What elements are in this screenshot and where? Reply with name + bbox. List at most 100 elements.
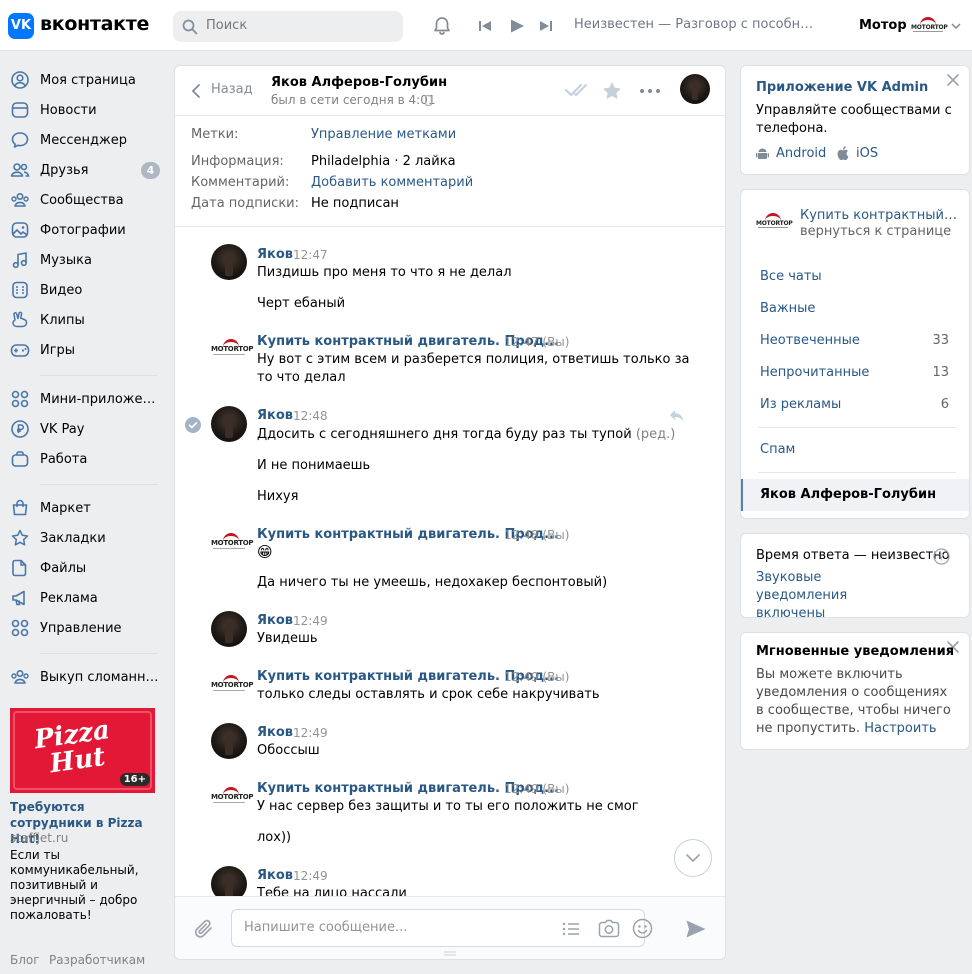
community-name-link[interactable]: Купить контрактный дви... — [800, 208, 960, 223]
sidebar-item-music[interactable]: Музыка — [10, 246, 162, 274]
attach-icon[interactable] — [193, 917, 215, 941]
peer-name[interactable]: Яков Алферов-Голубин — [271, 75, 447, 90]
search-box[interactable] — [173, 11, 403, 42]
message-time[interactable]: 12:49 — [293, 726, 328, 740]
sidebar-item-news[interactable]: Новости — [10, 96, 162, 124]
sender-avatar[interactable] — [211, 244, 247, 280]
community-avatar[interactable]: MOTORTOP — [211, 525, 253, 561]
sidebar-item-friends[interactable]: Друзья 4 — [10, 156, 162, 184]
ad-domain[interactable]: staffjet.ru — [10, 831, 68, 845]
message-time[interactable]: 12:48 — [293, 409, 328, 423]
sidebar-item-work[interactable]: Работа — [10, 445, 162, 473]
message-time[interactable]: 12:47 (Вы) — [504, 335, 569, 349]
star-icon[interactable] — [602, 81, 622, 100]
message-input[interactable] — [244, 920, 544, 935]
search-input[interactable] — [206, 18, 386, 33]
edited-mark[interactable]: (ред.) — [636, 427, 676, 442]
sidebar-item-files[interactable]: Файлы — [10, 554, 162, 582]
selected-check-icon[interactable] — [185, 417, 201, 433]
community-avatar[interactable]: MOTORTOP — [211, 331, 253, 367]
filter-all-chats[interactable]: Все чаты — [760, 269, 822, 284]
profile-name[interactable]: Мотор — [859, 18, 907, 33]
play-icon[interactable] — [509, 18, 525, 34]
message-text: Пиздишь про меня то что я не делал — [257, 265, 512, 280]
message-text: У нас сервер без защиты и то ты его поло… — [257, 799, 639, 814]
message-input-box[interactable] — [231, 909, 653, 947]
vk-logo-icon[interactable]: VK — [8, 13, 34, 39]
scroll-down-button[interactable] — [674, 839, 712, 877]
community-avatar[interactable]: MOTORTOP — [211, 667, 253, 703]
message-time[interactable]: 12:49 (Вы) — [504, 782, 569, 796]
next-track-icon[interactable] — [539, 19, 553, 33]
profile-avatar[interactable]: MOTORTOP — [911, 17, 948, 39]
community-avatar-small[interactable]: MOTORTOP — [756, 213, 793, 235]
send-icon[interactable] — [685, 919, 707, 939]
filter-important[interactable]: Важные — [760, 301, 815, 316]
message-time[interactable]: 12:48 (Вы) — [504, 528, 569, 542]
ad-image[interactable]: Pizza Hut 16+ — [10, 708, 155, 793]
message-text: Черт ебаный — [257, 296, 346, 311]
message-author[interactable]: Яков — [257, 725, 293, 740]
emoji-icon[interactable] — [632, 918, 653, 939]
sidebar-item-vk-pay[interactable]: VK Pay — [10, 415, 162, 443]
sidebar-item-manage[interactable]: Управление — [10, 614, 162, 642]
vk-admin-title[interactable]: Приложение VK Admin — [756, 80, 928, 95]
message-author[interactable]: Яков — [257, 247, 293, 262]
sidebar-item-messenger[interactable]: Мессенджер — [10, 126, 162, 154]
peer-avatar[interactable] — [680, 74, 710, 104]
message-author[interactable]: Яков — [257, 868, 293, 883]
close-icon[interactable] — [947, 74, 959, 86]
add-comment-link[interactable]: Добавить комментарий — [311, 175, 473, 190]
sender-avatar[interactable] — [211, 723, 247, 759]
return-to-page-link[interactable]: вернуться к странице — [800, 224, 951, 239]
sidebar-item-my-page[interactable]: Моя страница — [10, 66, 162, 94]
sidebar-item-ads[interactable]: Реклама — [10, 584, 162, 612]
message-time[interactable]: 12:47 — [293, 248, 328, 262]
sidebar-item-video[interactable]: Видео — [10, 276, 162, 304]
back-button[interactable]: Назад — [211, 82, 253, 97]
sidebar-item-bookmarks[interactable]: Закладки — [10, 524, 162, 552]
work-icon — [10, 449, 30, 469]
sidebar-item-games[interactable]: Игры — [10, 336, 162, 364]
filter-unread[interactable]: Непрочитанные — [760, 365, 869, 380]
community-avatar[interactable]: MOTORTOP — [211, 779, 253, 815]
footer-developers-link[interactable]: Разработчикам — [49, 953, 145, 967]
sidebar-item-market[interactable]: Маркет — [10, 494, 162, 522]
message-time[interactable]: 12:49 — [293, 869, 328, 883]
resize-handle-icon[interactable] — [443, 951, 457, 956]
message-author[interactable]: Яков — [257, 613, 293, 628]
reply-icon[interactable] — [669, 409, 685, 423]
back-arrow-icon[interactable] — [191, 83, 201, 99]
templates-list-icon[interactable] — [562, 921, 580, 937]
help-icon[interactable]: ? — [933, 548, 950, 565]
ios-link[interactable]: iOS — [856, 146, 878, 161]
more-options-icon[interactable] — [639, 88, 661, 94]
message-text: Нихуя — [257, 489, 299, 504]
sender-avatar[interactable] — [211, 611, 247, 647]
active-chat-item[interactable]: Яков Алферов-Голубин — [741, 479, 969, 511]
chevron-down-icon[interactable] — [951, 23, 961, 29]
sound-notifications-link[interactable]: Звуковые уведомления включены — [756, 569, 916, 623]
sidebar-item-mini-apps[interactable]: Мини-приложения — [10, 385, 162, 413]
manage-labels-link[interactable]: Управление метками — [311, 127, 456, 142]
vk-logo-text[interactable]: вконтакте — [40, 13, 149, 35]
message-author[interactable]: Яков — [257, 408, 293, 423]
previous-track-icon[interactable] — [478, 19, 492, 33]
audio-track-title[interactable]: Неизвестен — Разговор с пособни... — [574, 17, 814, 32]
sidebar-item-group[interactable]: Выкуп сломанных... — [10, 663, 165, 691]
sidebar-item-photos[interactable]: Фотографии — [10, 216, 162, 244]
filter-from-ads[interactable]: Из рекламы — [760, 397, 841, 412]
android-link[interactable]: Android — [776, 146, 826, 161]
bell-icon[interactable] — [431, 15, 453, 37]
filter-unanswered[interactable]: Неотвеченные — [760, 333, 860, 348]
sidebar-item-clips[interactable]: Клипы — [10, 306, 162, 334]
footer-blog-link[interactable]: Блог — [10, 953, 40, 967]
message-time[interactable]: 12:49 — [293, 614, 328, 628]
configure-link[interactable]: Настроить — [864, 721, 936, 736]
camera-icon[interactable] — [598, 919, 620, 938]
message-time[interactable]: 12:49 (Вы) — [504, 670, 569, 684]
double-check-icon[interactable] — [565, 83, 591, 97]
sender-avatar[interactable] — [211, 406, 247, 442]
filter-spam[interactable]: Спам — [760, 442, 795, 457]
sidebar-item-communities[interactable]: Сообщества — [10, 186, 162, 214]
